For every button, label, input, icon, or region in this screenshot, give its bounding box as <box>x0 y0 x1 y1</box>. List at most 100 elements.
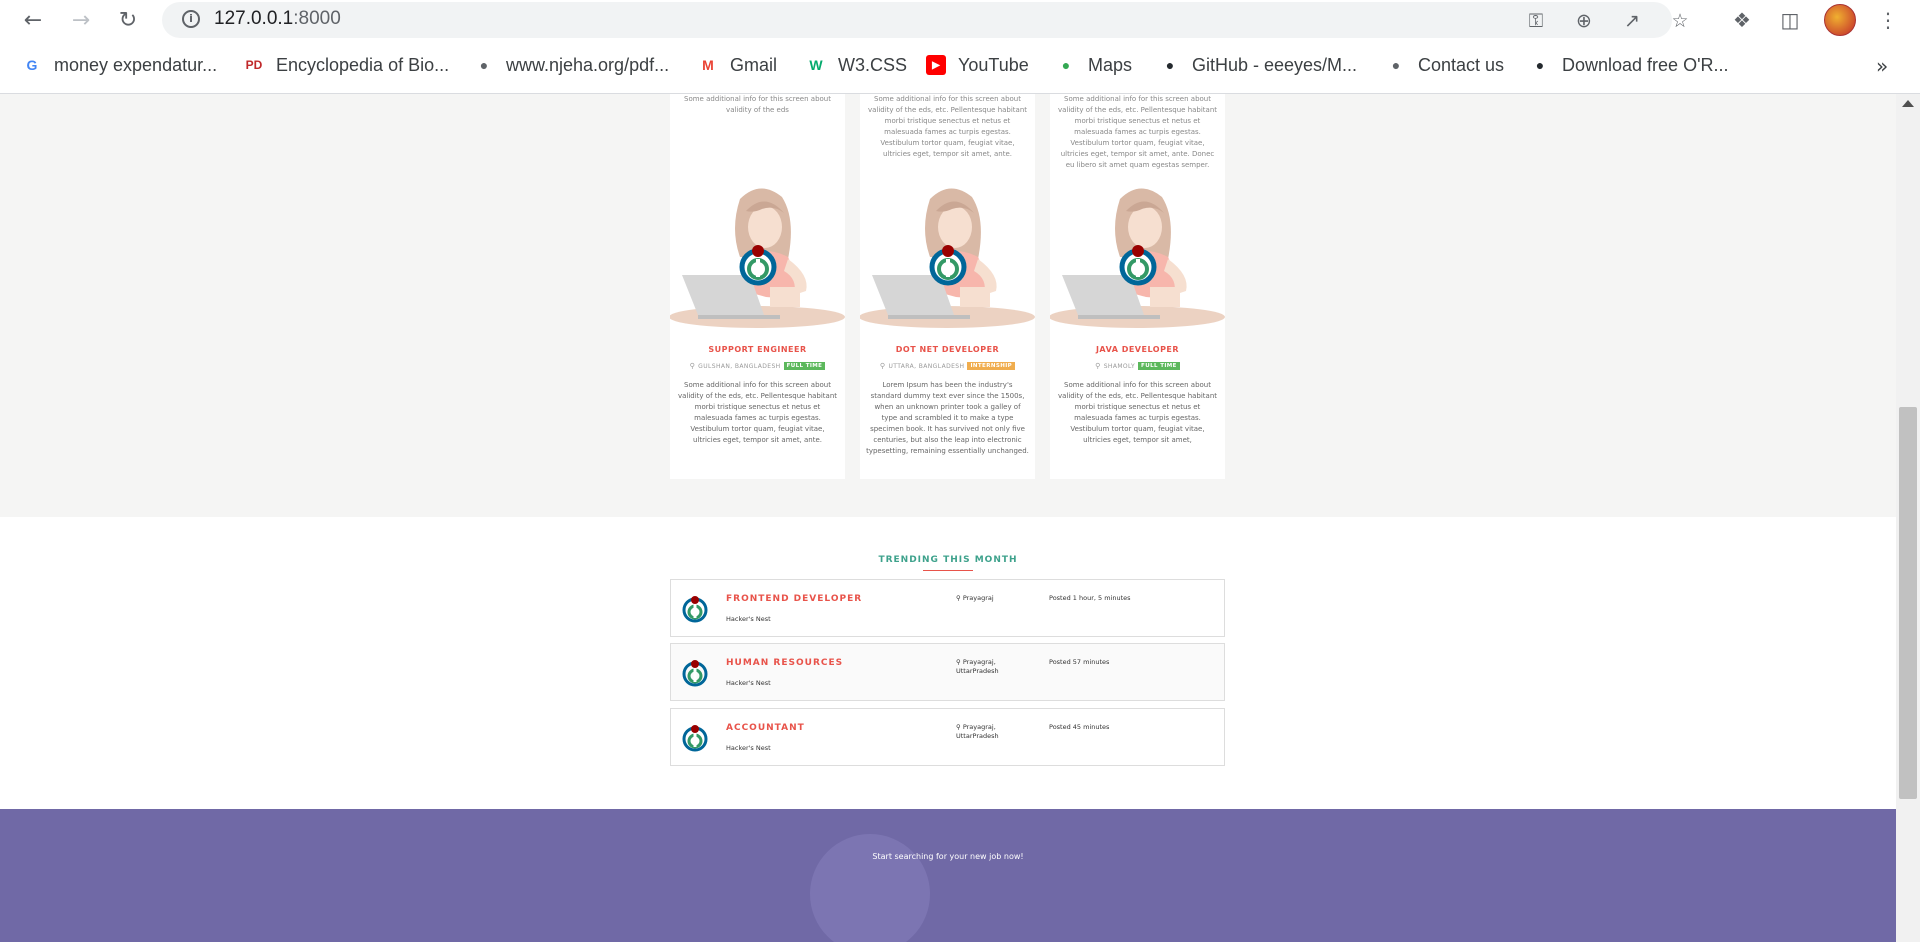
trending-job-title[interactable]: FRONTEND DEVELOPER <box>726 594 862 604</box>
company-logo <box>681 659 709 687</box>
bookmarks-overflow-chevron-icon[interactable]: » <box>1876 54 1888 78</box>
youtube-icon: ▶ <box>926 55 946 75</box>
bookmark-item[interactable]: PD Encyclopedia of Bio... <box>244 52 449 78</box>
bookmark-item[interactable]: ● Contact us <box>1386 52 1504 78</box>
card-meta: ⚲ GULSHAN, BANGLADESH FULL TIME <box>670 362 845 370</box>
bookmark-star-icon[interactable]: ☆ <box>1668 9 1692 33</box>
card-job-title[interactable]: SUPPORT ENGINEER <box>670 345 845 354</box>
job-card[interactable]: Some additional info for this screen abo… <box>1049 94 1225 479</box>
location-pin-icon: ⚲ <box>956 658 963 666</box>
bookmark-item[interactable]: ● www.njeha.org/pdf... <box>474 52 669 78</box>
gmail-icon: M <box>702 57 714 73</box>
bookmark-label: Encyclopedia of Bio... <box>276 54 450 75</box>
browser-toolbar: ← → ↻ i 127.0.0.1:8000 ⚿ ⊕ ↗ ☆ ❖ ◫ ⋮ <box>0 0 1920 40</box>
card-illustration <box>859 179 1035 329</box>
trending-section: TRENDING THIS MONTH FRONTEND DEVELOPER Ha… <box>0 517 1896 809</box>
bookmark-item[interactable]: M Gmail <box>698 52 777 78</box>
key-icon[interactable]: ⚿ <box>1524 9 1548 33</box>
menu-kebab-icon[interactable]: ⋮ <box>1876 8 1900 32</box>
trending-company: Hacker's Nest <box>726 679 771 687</box>
bookmark-item[interactable]: Gmoney expendatur... <box>22 52 218 78</box>
card-illustration <box>1049 179 1225 329</box>
card-illustration <box>669 179 845 329</box>
job-type-badge: FULL TIME <box>783 362 826 370</box>
location-pin-icon: ⚲ <box>956 594 963 602</box>
trending-posted: Posted 1 hour, 5 minutes <box>1049 594 1131 602</box>
scroll-up-arrow-icon[interactable] <box>1902 100 1914 107</box>
trending-job-row[interactable]: ACCOUNTANT Hacker's Nest ⚲ Prayagraj, Utta… <box>670 708 1225 766</box>
trending-location: ⚲ Prayagraj, UttarPradesh <box>956 658 1016 676</box>
trending-job-title[interactable]: HUMAN RESOURCES <box>726 658 843 668</box>
trending-location-text: Prayagraj, UttarPradesh <box>956 658 999 675</box>
trending-location: ⚲ Prayagraj <box>956 594 1016 603</box>
reload-icon[interactable]: ↻ <box>115 7 141 33</box>
job-card[interactable]: Some additional info for this screen abo… <box>859 94 1035 479</box>
bookmark-item[interactable]: ● Download free O'R... <box>1530 52 1729 78</box>
back-arrow-icon[interactable]: ← <box>20 7 46 33</box>
pd-icon: PD <box>245 58 263 72</box>
share-icon[interactable]: ↗ <box>1620 9 1644 33</box>
bookmark-item[interactable]: W W3.CSS <box>806 52 907 78</box>
location-pin-icon: ⚲ <box>689 362 696 370</box>
forward-arrow-icon[interactable]: → <box>68 7 94 33</box>
w3-icon: W <box>809 57 823 73</box>
company-logo <box>681 724 709 752</box>
trending-location-text: Prayagraj <box>962 594 994 602</box>
footer-banner: Start searching for your new job now! <box>0 809 1896 942</box>
vertical-scrollbar[interactable] <box>1896 94 1920 942</box>
github-icon: ● <box>1535 57 1545 73</box>
card-top-description: Some additional info for this screen abo… <box>867 95 1028 158</box>
job-cards-section: Some additional info for this screen abo… <box>0 94 1896 517</box>
bookmark-label: W3.CSS <box>838 54 908 75</box>
trending-job-title[interactable]: ACCOUNTANT <box>726 723 805 733</box>
trending-job-row[interactable]: HUMAN RESOURCES Hacker's Nest ⚲ Prayagraj,… <box>670 643 1225 701</box>
profile-avatar[interactable] <box>1824 4 1856 36</box>
footer-decoration <box>810 834 930 942</box>
side-panel-icon[interactable]: ◫ <box>1778 8 1802 32</box>
card-job-title[interactable]: JAVA DEVELOPER <box>1050 345 1225 354</box>
card-job-title[interactable]: DOT NET DEVELOPER <box>860 345 1035 354</box>
card-meta: ⚲ SHAMOLY FULL TIME <box>1050 362 1225 370</box>
location-pin-icon: ⚲ <box>879 362 886 370</box>
bookmark-label: money expendatur... <box>54 54 218 75</box>
card-location: UTTARA, BANGLADESH <box>888 362 965 370</box>
zoom-out-icon[interactable]: ⊕ <box>1572 9 1596 33</box>
trending-company: Hacker's Nest <box>726 615 771 623</box>
card-top-description: Some additional info for this screen abo… <box>1057 95 1218 169</box>
trending-posted: Posted 45 minutes <box>1049 723 1110 731</box>
trending-company: Hacker's Nest <box>726 744 771 752</box>
trending-job-row[interactable]: FRONTEND DEVELOPER Hacker's Nest ⚲ Prayagr… <box>670 579 1225 637</box>
job-card[interactable]: Some additional info for this screen abo… <box>669 94 845 479</box>
company-logo <box>681 595 709 623</box>
browser-chrome: ← → ↻ i 127.0.0.1:8000 ⚿ ⊕ ↗ ☆ ❖ ◫ ⋮ Gmo… <box>0 0 1920 94</box>
page-viewport: Some additional info for this screen abo… <box>0 94 1896 942</box>
maps-icon: ● <box>1061 57 1071 73</box>
heading-underline <box>923 570 973 571</box>
scrollbar-thumb[interactable] <box>1899 407 1917 799</box>
globe-icon: ● <box>1391 57 1401 73</box>
trending-posted: Posted 57 minutes <box>1049 658 1110 666</box>
job-type-badge: INTERNSHIP <box>967 362 1016 370</box>
trending-location-text: Prayagraj, UttarPradesh <box>956 723 999 740</box>
location-pin-icon: ⚲ <box>1095 362 1101 370</box>
card-description: Some additional info for this screen abo… <box>1057 381 1218 444</box>
job-type-badge: FULL TIME <box>1138 362 1180 370</box>
bookmark-item[interactable]: ● Maps <box>1056 52 1132 78</box>
location-pin-icon: ⚲ <box>956 723 963 731</box>
google-icon: G <box>26 57 38 73</box>
bookmark-item[interactable]: ▶ YouTube <box>926 52 1029 78</box>
card-description: Some additional info for this screen abo… <box>677 381 838 444</box>
address-bar[interactable]: i 127.0.0.1:8000 ⚿ ⊕ ↗ ☆ <box>162 2 1689 38</box>
bookmark-label: Gmail <box>730 54 778 75</box>
extensions-icon[interactable]: ❖ <box>1730 8 1754 32</box>
trending-heading: TRENDING THIS MONTH <box>878 555 1018 565</box>
bookmark-label: www.njeha.org/pdf... <box>506 54 670 75</box>
bookmark-item[interactable]: ● GitHub - eeeyes/M... <box>1160 52 1357 78</box>
bookmark-label: GitHub - eeeyes/M... <box>1192 54 1358 75</box>
globe-icon: ● <box>479 57 489 73</box>
site-info-icon[interactable]: i <box>182 10 200 28</box>
bookmarks-bar: Gmoney expendatur... PD Encyclopedia of Bi… <box>0 48 1920 84</box>
bookmark-label: Contact us <box>1418 54 1505 75</box>
url-text[interactable]: 127.0.0.1:8000 <box>214 8 341 30</box>
card-location: GULSHAN, BANGLADESH <box>698 362 781 370</box>
